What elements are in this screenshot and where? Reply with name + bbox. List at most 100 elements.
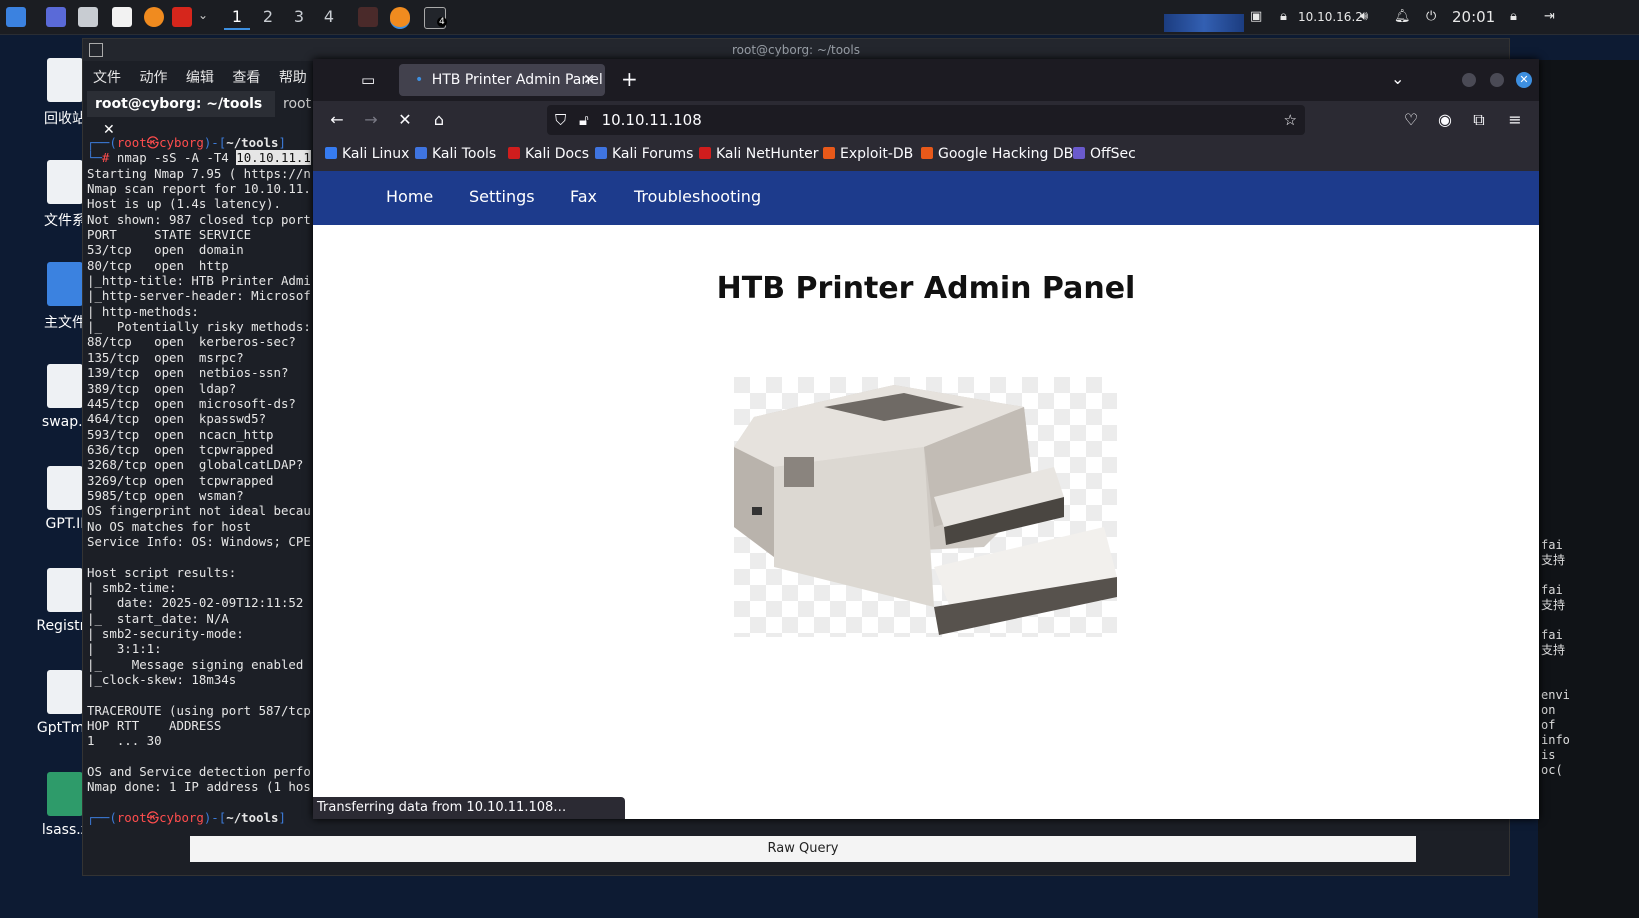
bookmark-kali-forums[interactable]: Kali Forums — [595, 146, 693, 162]
terminal-tab-2[interactable]: root — [283, 91, 311, 117]
bookmark-favicon-icon — [595, 147, 607, 159]
workspace-3[interactable]: 3 — [286, 6, 312, 28]
printer-image — [734, 377, 1117, 637]
terminal-line: 636/tcp open tcpwrapped — [87, 441, 274, 457]
firefox-icon[interactable] — [144, 7, 164, 27]
workspace-2[interactable]: 2 — [255, 6, 281, 28]
terminal-line: 139/tcp open netbios-ssn? — [87, 365, 289, 381]
terminal-line: |_ Potentially risky methods: — [87, 319, 311, 335]
app-icon[interactable] — [172, 7, 192, 27]
app-menu-icon[interactable]: ≡ — [1505, 110, 1525, 130]
terminal-line: 3268/tcp open globalcatLDAP? — [87, 457, 304, 473]
terminal-line: |_clock-skew: 18m34s — [87, 672, 237, 688]
menu-actions[interactable]: 动作 — [139, 70, 167, 86]
bookmark-exploit-db[interactable]: Exploit-DB — [823, 146, 913, 162]
bookmark-favicon-icon — [699, 147, 711, 159]
power-icon[interactable]: ⏻ — [1426, 0, 1436, 34]
vpn-ip: 10.10.16.2 — [1298, 10, 1363, 24]
menu-view[interactable]: 查看 — [232, 70, 260, 86]
pocket-icon[interactable]: ♡ — [1401, 110, 1421, 130]
bookmark-google-hacking-db[interactable]: Google Hacking DB — [921, 146, 1073, 162]
logout-icon[interactable]: ⇥ — [1544, 0, 1555, 34]
firefox-window[interactable]: ▭ • HTB Printer Admin Panel ✕ + ⌄ ✕ ← → … — [313, 59, 1539, 819]
volume-icon[interactable]: 🔊︎ — [1360, 0, 1368, 34]
file-manager-icon[interactable] — [78, 7, 98, 27]
clock: 20:01 — [1452, 8, 1496, 26]
lock-screen-icon[interactable]: 🔒︎ — [1510, 0, 1517, 34]
terminal-line: | date: 2025-02-09T12:11:52 — [87, 595, 304, 611]
bookmark-favicon-icon — [823, 147, 835, 159]
browser-tab[interactable]: • HTB Printer Admin Panel ✕ — [399, 64, 605, 96]
bookmark-favicon-icon — [325, 147, 337, 159]
workspace-4[interactable]: 4 — [316, 6, 342, 28]
bookmark-kali-linux[interactable]: Kali Linux — [325, 146, 409, 162]
terminal-tab[interactable]: root@cyborg: ~/tools ✕ — [87, 91, 275, 138]
kali-menu-icon[interactable] — [6, 7, 26, 27]
new-tab-icon[interactable]: + — [621, 67, 638, 91]
terminal-line: | 3:1:1: — [87, 641, 162, 657]
trash-icon — [47, 58, 83, 102]
terminal-line: | http-methods: — [87, 303, 199, 319]
close-tab-icon[interactable]: ✕ — [583, 64, 595, 96]
bookmark-star-icon[interactable]: ☆ — [1284, 105, 1297, 135]
nav-troubleshooting[interactable]: Troubleshooting — [634, 187, 761, 206]
window-button-app[interactable] — [358, 7, 378, 27]
account-icon[interactable]: ◉ — [1435, 110, 1455, 130]
show-desktop-icon[interactable] — [46, 7, 66, 27]
terminal-count-badge: 4 — [437, 17, 447, 27]
maximize-button[interactable] — [1490, 73, 1504, 87]
bookmark-favicon-icon — [1073, 147, 1085, 159]
menu-file[interactable]: 文件 — [93, 70, 121, 86]
stop-icon[interactable]: ✕ — [395, 110, 415, 130]
terminal-line: 445/tcp open microsoft-ds? — [87, 395, 296, 411]
forward-icon[interactable]: → — [361, 110, 381, 130]
nav-home[interactable]: Home — [386, 187, 433, 206]
menu-help[interactable]: 帮助 — [279, 70, 307, 86]
raw-query-button[interactable]: Raw Query — [190, 836, 1416, 862]
web-page: Home Settings Fax Troubleshooting HTB Pr… — [313, 171, 1539, 819]
window-button-terminal[interactable]: 4 — [424, 7, 447, 29]
terminal-output[interactable]: ┌──(root㉿cyborg)-[~/tools] └─# nmap -sS … — [87, 135, 311, 825]
navigation-toolbar: ← → ✕ ⌂ ⛉ 🔓︎ 10.10.11.108 ☆ ♡ ◉ ⧉ ≡ — [313, 101, 1539, 139]
bookmark-kali-nethunter[interactable]: Kali NetHunter — [699, 146, 818, 162]
background-window-text: fai 支持 fai 支持 fai 支持 envi on of info is … — [1541, 538, 1570, 777]
text-editor-icon[interactable] — [112, 7, 132, 27]
status-bar: Transferring data from 10.10.11.108… — [313, 797, 625, 819]
bookmark-favicon-icon — [415, 147, 427, 159]
shield-icon: ⛉ — [555, 111, 567, 129]
terminal-app-icon — [89, 43, 103, 57]
bookmark-offsec[interactable]: OffSec — [1073, 146, 1136, 162]
chevron-down-icon[interactable]: ⌄ — [198, 8, 208, 22]
minimize-button[interactable] — [1462, 73, 1476, 87]
back-icon[interactable]: ← — [327, 110, 347, 130]
terminal-line: |_http-title: HTB Printer Admi — [87, 273, 311, 289]
file-icon — [47, 466, 83, 510]
close-window-button[interactable]: ✕ — [1516, 72, 1532, 88]
prompt-user: root㉿cyborg — [116, 135, 204, 150]
firefox-view-icon[interactable]: ▭ — [361, 71, 375, 89]
network-graph — [1164, 14, 1244, 32]
window-button-firefox[interactable] — [390, 7, 410, 29]
menu-edit[interactable]: 编辑 — [186, 70, 214, 86]
url-bar[interactable]: ⛉ 🔓︎ 10.10.11.108 ☆ — [547, 105, 1305, 135]
terminal-line: 389/tcp open ldap? — [87, 380, 237, 396]
screenshot-icon[interactable]: ▣ — [1250, 0, 1262, 34]
bookmark-kali-tools[interactable]: Kali Tools — [415, 146, 496, 162]
terminal-line: Host script results: — [87, 564, 237, 580]
extensions-icon[interactable]: ⧉ — [1469, 110, 1489, 130]
vpn-lock-icon: 🔒︎ — [1280, 9, 1287, 24]
nav-settings[interactable]: Settings — [469, 187, 535, 206]
nav-fax[interactable]: Fax — [570, 187, 597, 206]
terminal-command: nmap -sS -A -T4 — [116, 150, 229, 166]
prompt-user: root㉿cyborg — [116, 810, 204, 826]
list-tabs-icon[interactable]: ⌄ — [1391, 69, 1404, 88]
terminal-line: 53/tcp open domain — [87, 242, 244, 258]
workspace-1[interactable]: 1 — [224, 6, 250, 30]
terminal-line: PORT STATE SERVICE — [87, 227, 252, 243]
home-icon[interactable]: ⌂ — [429, 110, 449, 130]
notification-bell-icon[interactable]: 🔔︎ — [1394, 0, 1411, 34]
page-title: HTB Printer Admin Panel — [716, 271, 1136, 306]
bookmark-kali-docs[interactable]: Kali Docs — [508, 146, 589, 162]
command-target: 10.10.11.1 — [236, 150, 311, 166]
file-icon — [47, 364, 83, 408]
